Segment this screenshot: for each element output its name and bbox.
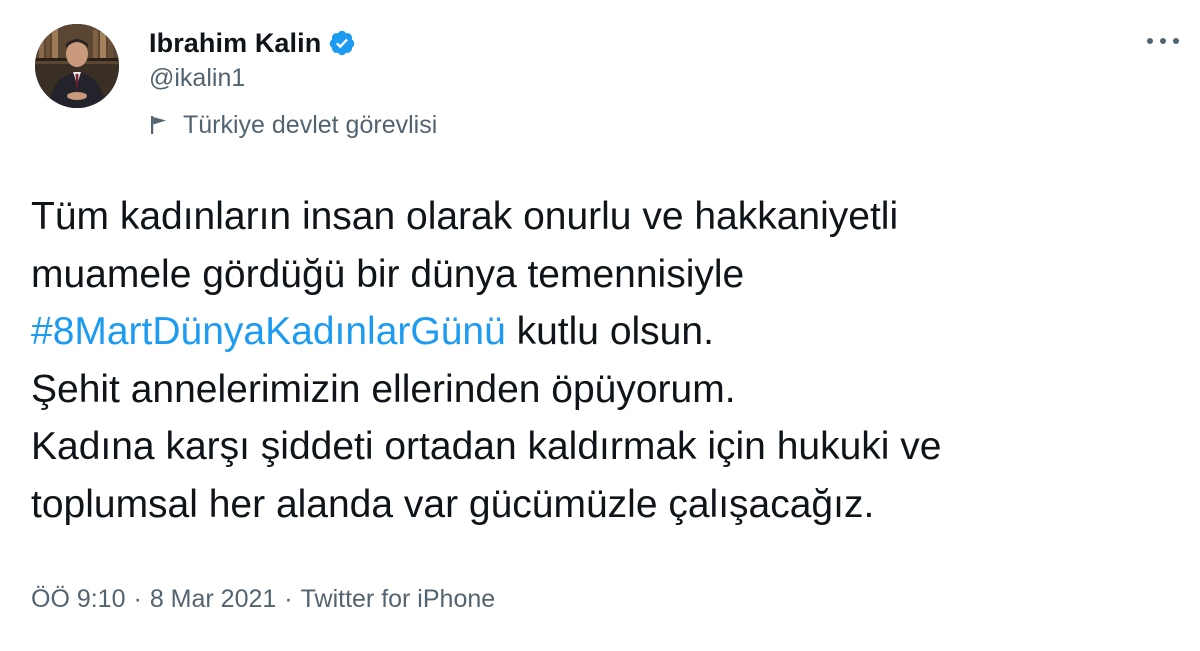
affiliation-label: Türkiye devlet görevlisi <box>149 110 437 140</box>
tweet-text-line: Şehit annelerimizin ellerinden öpüyorum. <box>31 367 736 411</box>
affiliation-label-text: Türkiye devlet görevlisi <box>183 110 438 139</box>
author-name-row[interactable]: Ibrahim Kalin <box>149 26 356 60</box>
tweet-source[interactable]: Twitter for iPhone <box>301 585 496 614</box>
tweet-time[interactable]: ÖÖ 9:10 <box>31 585 126 614</box>
verified-badge-icon <box>330 30 355 56</box>
author-handle[interactable]: @ikalin1 <box>149 64 245 93</box>
avatar[interactable] <box>35 24 119 108</box>
tweet-card: Ibrahim Kalin @ikalin1 Türkiye devlet gö… <box>0 0 1200 651</box>
tweet-text-line: Tüm kadınların insan olarak onurlu ve ha… <box>31 195 899 238</box>
tweet-meta: ÖÖ 9:10 · 8 Mar 2021 · Twitter for iPhon… <box>31 585 495 614</box>
tweet-text-line: #8MartDünyaKadınlarGünü kutlu olsun. <box>31 303 1171 361</box>
tweet-text: Tüm kadınların insan olarak onurlu ve ha… <box>31 188 1171 533</box>
tweet-date[interactable]: 8 Mar 2021 <box>150 585 276 614</box>
meta-separator: · <box>284 585 293 613</box>
tweet-text-line: Kadına karşı şiddeti ortadan kaldırmak i… <box>31 425 942 468</box>
flag-icon <box>151 116 166 134</box>
more-options-button[interactable] <box>1138 24 1188 58</box>
meta-separator: · <box>133 585 142 613</box>
hashtag-link[interactable]: #8MartDünyaKadınlarGünü <box>31 310 506 353</box>
tweet-text-line: toplumsal her alanda var gücümüzle çalış… <box>31 482 875 526</box>
tweet-text-fragment: kutlu olsun. <box>505 310 714 353</box>
tweet-text-line: muamele gördüğü bir dünya temennisiyle <box>31 252 745 296</box>
more-dots-icon <box>1147 38 1179 44</box>
avatar-image <box>35 24 119 108</box>
author-display-name[interactable]: Ibrahim Kalin <box>149 28 321 59</box>
